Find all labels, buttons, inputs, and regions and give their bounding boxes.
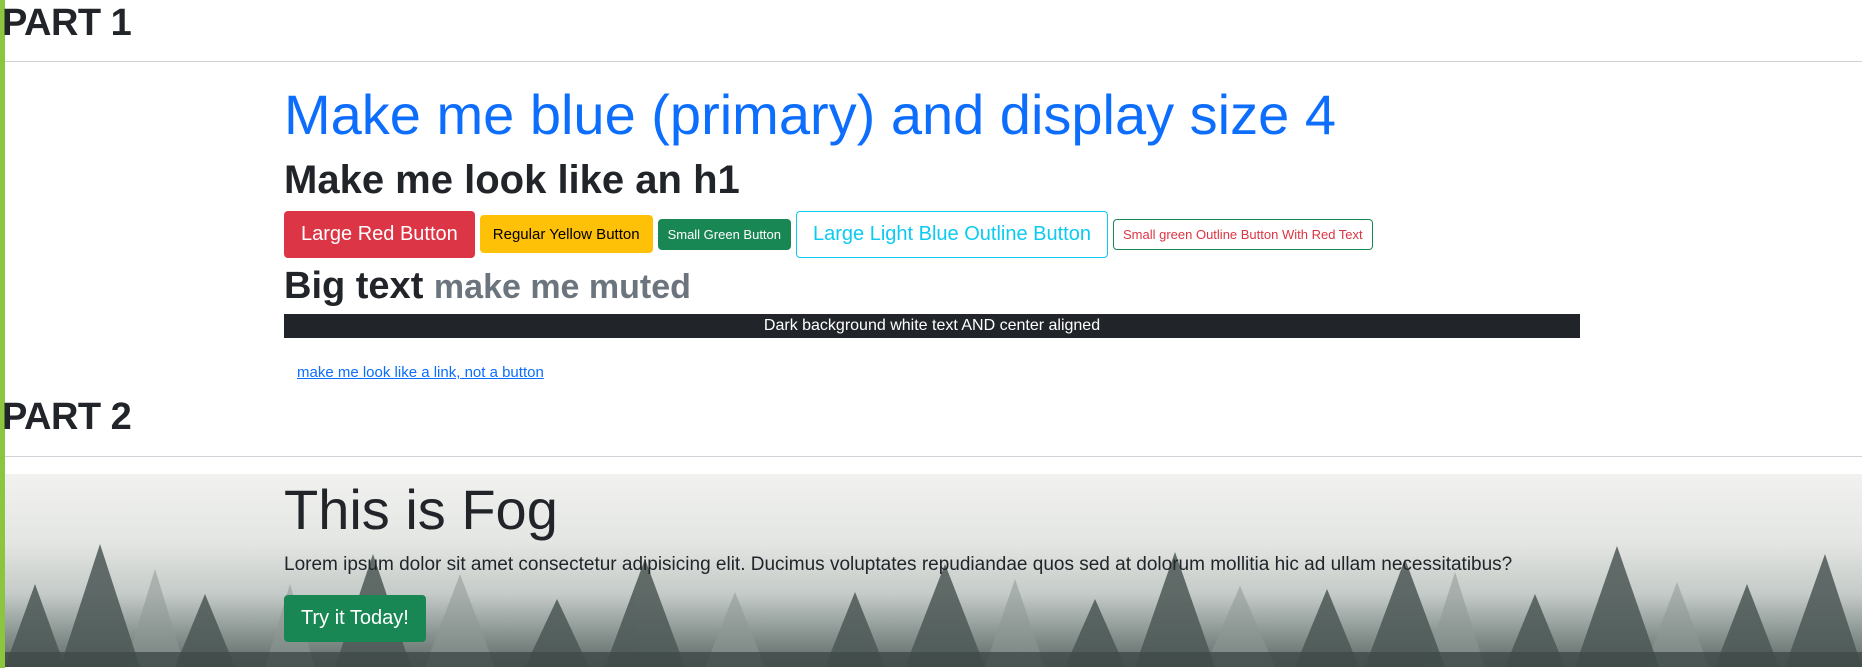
hero-lead-text: Lorem ipsum dolor sit amet consectetur a… — [284, 554, 1513, 575]
button-row: Large Red Button Regular Yellow Button S… — [284, 210, 1373, 258]
part-2-heading: PART 2 — [2, 396, 132, 438]
hero-title: This is Fog — [284, 478, 558, 541]
part-1-heading: PART 1 — [2, 2, 132, 44]
primary-display-heading: Make me blue (primary) and display size … — [284, 83, 1336, 146]
large-light-blue-outline-button[interactable]: Large Light Blue Outline Button — [796, 210, 1108, 258]
muted-text: make me muted — [433, 268, 691, 306]
h1-styled-text: Make me look like an h1 — [284, 158, 740, 202]
fog-hero-section: This is Fog Lorem ipsum dolor sit amet c… — [5, 474, 1862, 667]
part-2-divider — [5, 456, 1862, 457]
try-it-today-button[interactable]: Try it Today! — [284, 595, 426, 642]
big-text: Big text — [284, 265, 424, 307]
small-green-outline-red-text-button[interactable]: Small green Outline Button With Red Text — [1112, 218, 1373, 250]
big-text-heading: Big text make me muted — [284, 263, 691, 310]
large-red-button[interactable]: Large Red Button — [284, 210, 475, 258]
part-1-divider — [5, 61, 1862, 62]
link-styled-button[interactable]: make me look like a link, not a button — [297, 364, 544, 381]
regular-yellow-button[interactable]: Regular Yellow Button — [479, 215, 653, 253]
small-green-button[interactable]: Small Green Button — [657, 218, 792, 250]
dark-centered-bar: Dark background white text AND center al… — [284, 314, 1580, 338]
